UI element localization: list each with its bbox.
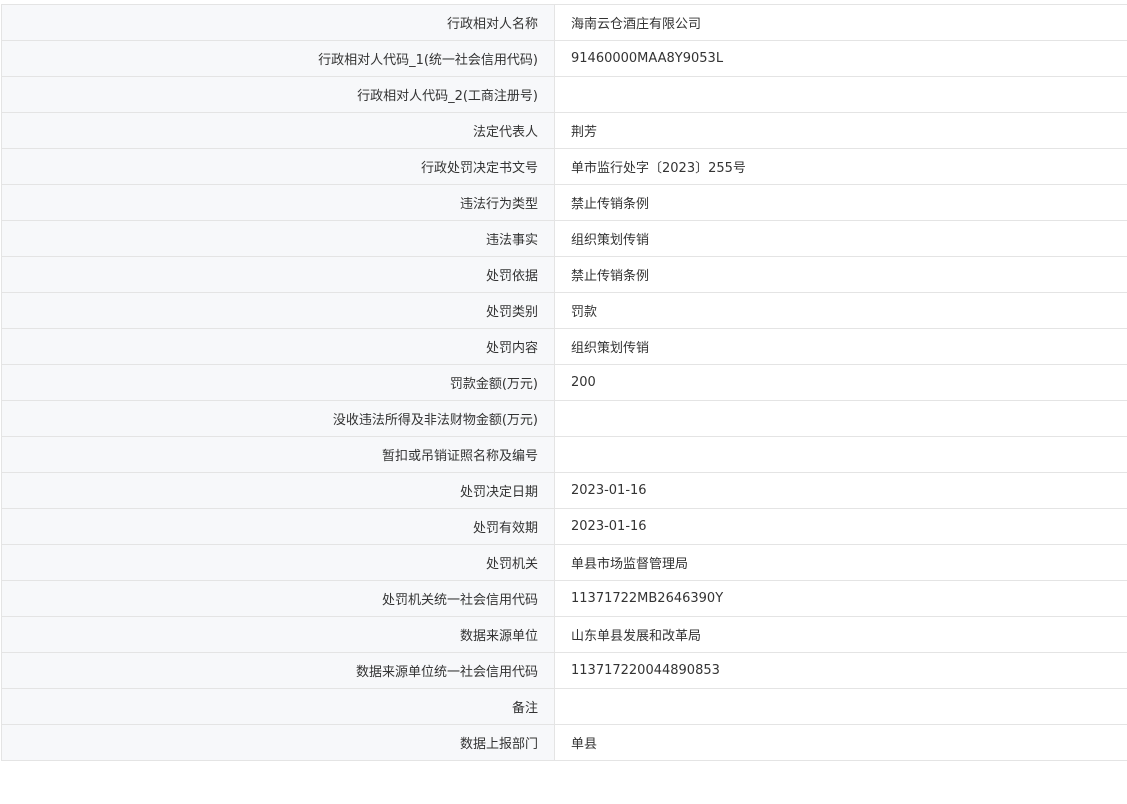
row-label: 暂扣或吊销证照名称及编号 (1, 436, 555, 473)
table-row: 处罚机关统一社会信用代码 11371722MB2646390Y (1, 580, 1127, 617)
row-label: 备注 (1, 688, 555, 725)
row-value: 禁止传销条例 (554, 184, 1127, 221)
row-label: 处罚机关统一社会信用代码 (1, 580, 555, 617)
row-value: 2023-01-16 (554, 472, 1127, 509)
penalty-detail-body: 行政相对人名称 海南云仓酒庄有限公司 行政相对人代码_1(统一社会信用代码) 9… (1, 4, 1127, 761)
table-row: 处罚有效期 2023-01-16 (1, 508, 1127, 545)
row-value: 200 (554, 364, 1127, 401)
row-value (554, 688, 1127, 725)
table-row: 处罚类别 罚款 (1, 292, 1127, 329)
table-row: 处罚内容 组织策划传销 (1, 328, 1127, 365)
row-value: 113717220044890853 (554, 652, 1127, 689)
row-value: 荆芳 (554, 112, 1127, 149)
table-row: 罚款金额(万元) 200 (1, 364, 1127, 401)
row-value: 禁止传销条例 (554, 256, 1127, 293)
table-row: 行政相对人代码_2(工商注册号) (1, 76, 1127, 113)
row-label: 行政相对人代码_1(统一社会信用代码) (1, 40, 555, 77)
penalty-detail-table: 行政相对人名称 海南云仓酒庄有限公司 行政相对人代码_1(统一社会信用代码) 9… (1, 4, 1127, 761)
table-row: 行政相对人名称 海南云仓酒庄有限公司 (1, 4, 1127, 41)
row-label: 处罚决定日期 (1, 472, 555, 509)
row-label: 行政处罚决定书文号 (1, 148, 555, 185)
row-value: 单县 (554, 724, 1127, 761)
table-row: 没收违法所得及非法财物金额(万元) (1, 400, 1127, 437)
table-row: 处罚依据 禁止传销条例 (1, 256, 1127, 293)
row-label: 处罚内容 (1, 328, 555, 365)
row-value: 海南云仓酒庄有限公司 (554, 4, 1127, 41)
table-row: 处罚机关 单县市场监督管理局 (1, 544, 1127, 581)
row-label: 处罚依据 (1, 256, 555, 293)
row-label: 处罚类别 (1, 292, 555, 329)
row-value (554, 436, 1127, 473)
table-row: 数据上报部门 单县 (1, 724, 1127, 761)
row-label: 处罚有效期 (1, 508, 555, 545)
table-row: 法定代表人 荆芳 (1, 112, 1127, 149)
row-value: 山东单县发展和改革局 (554, 616, 1127, 653)
table-row: 数据来源单位统一社会信用代码 113717220044890853 (1, 652, 1127, 689)
row-value (554, 400, 1127, 437)
row-label: 违法事实 (1, 220, 555, 257)
row-value: 组织策划传销 (554, 328, 1127, 365)
table-row: 违法行为类型 禁止传销条例 (1, 184, 1127, 221)
row-label: 法定代表人 (1, 112, 555, 149)
table-row: 数据来源单位 山东单县发展和改革局 (1, 616, 1127, 653)
row-label: 数据上报部门 (1, 724, 555, 761)
row-label: 违法行为类型 (1, 184, 555, 221)
row-value: 91460000MAA8Y9053L (554, 40, 1127, 77)
row-value: 单市监行处字〔2023〕255号 (554, 148, 1127, 185)
table-row: 备注 (1, 688, 1127, 725)
row-label: 没收违法所得及非法财物金额(万元) (1, 400, 555, 437)
table-row: 处罚决定日期 2023-01-16 (1, 472, 1127, 509)
row-label: 数据来源单位 (1, 616, 555, 653)
row-value: 2023-01-16 (554, 508, 1127, 545)
row-label: 行政相对人代码_2(工商注册号) (1, 76, 555, 113)
table-row: 行政相对人代码_1(统一社会信用代码) 91460000MAA8Y9053L (1, 40, 1127, 77)
row-label: 数据来源单位统一社会信用代码 (1, 652, 555, 689)
table-row: 违法事实 组织策划传销 (1, 220, 1127, 257)
row-value (554, 76, 1127, 113)
row-value: 罚款 (554, 292, 1127, 329)
row-value: 11371722MB2646390Y (554, 580, 1127, 617)
table-row: 行政处罚决定书文号 单市监行处字〔2023〕255号 (1, 148, 1127, 185)
row-label: 处罚机关 (1, 544, 555, 581)
row-label: 行政相对人名称 (1, 4, 555, 41)
row-value: 组织策划传销 (554, 220, 1127, 257)
row-label: 罚款金额(万元) (1, 364, 555, 401)
table-row: 暂扣或吊销证照名称及编号 (1, 436, 1127, 473)
row-value: 单县市场监督管理局 (554, 544, 1127, 581)
